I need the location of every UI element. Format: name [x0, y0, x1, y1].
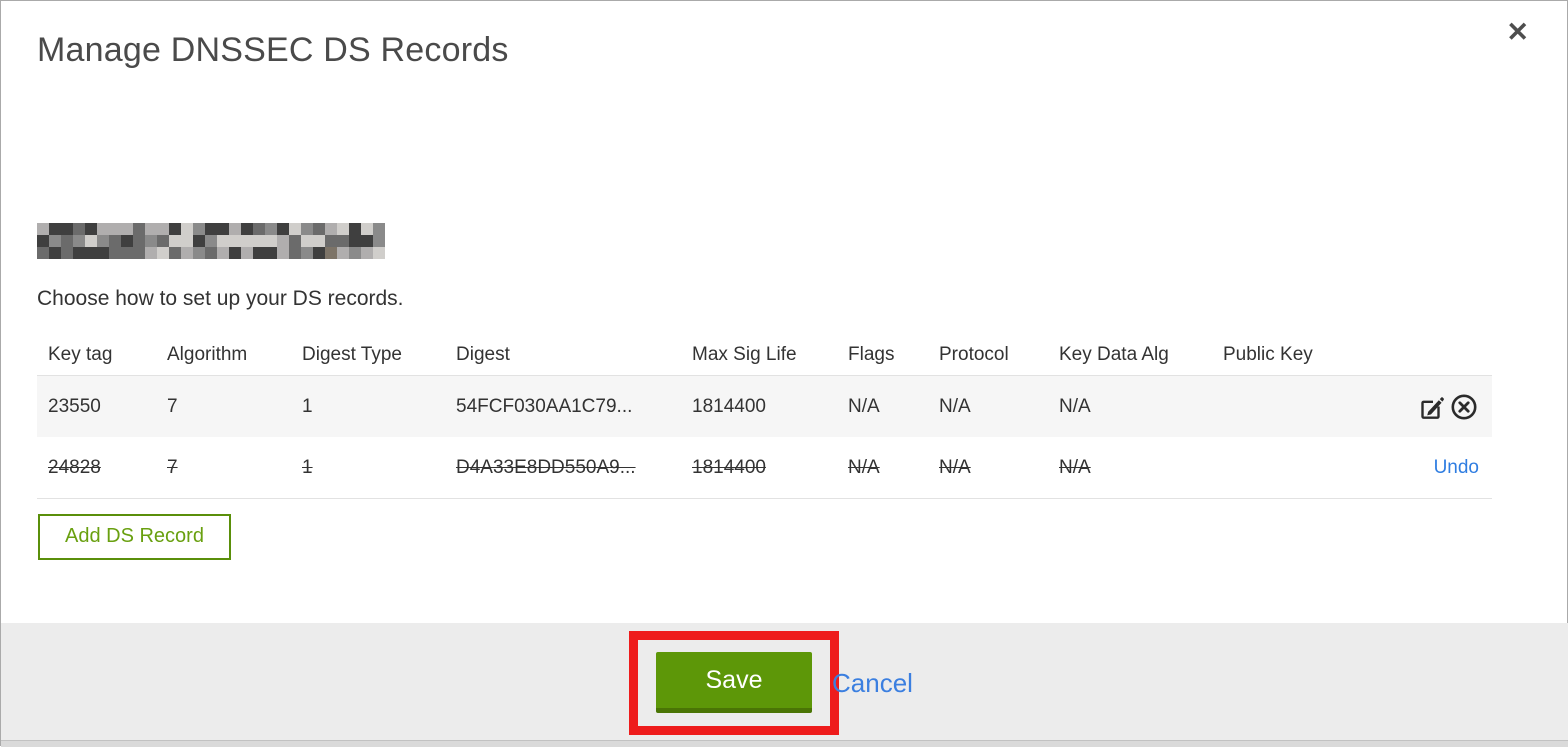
col-header-flags: Flags	[848, 343, 895, 365]
cell-algorithm: 7	[167, 456, 178, 478]
table-row: 24828 7 1 D4A33E8DD550A9... 1814400 N/A …	[37, 437, 1492, 499]
col-header-key-tag: Key tag	[48, 343, 113, 365]
delete-record-icon[interactable]	[1449, 392, 1479, 422]
row-actions	[1392, 392, 1492, 422]
table-header-row: Key tag Algorithm Digest Type Digest Max…	[37, 334, 1492, 375]
cell-digest-type: 1	[302, 456, 313, 478]
cancel-link[interactable]: Cancel	[832, 668, 913, 699]
cell-flags: N/A	[848, 395, 880, 417]
cell-digest: 54FCF030AA1C79...	[456, 395, 633, 417]
col-header-algorithm: Algorithm	[167, 343, 248, 365]
add-ds-record-button[interactable]: Add DS Record	[38, 514, 231, 560]
undo-link[interactable]: Undo	[1434, 457, 1479, 479]
cell-digest-type: 1	[302, 395, 313, 417]
manage-dnssec-modal: { "modal": { "title": "Manage DNSSEC DS …	[0, 0, 1568, 747]
redacted-domain-name	[37, 223, 385, 259]
cell-algorithm: 7	[167, 395, 178, 417]
col-header-max-sig-life: Max Sig Life	[692, 343, 797, 365]
intro-text: Choose how to set up your DS records.	[37, 287, 404, 310]
cell-key-data-alg: N/A	[1059, 456, 1091, 478]
col-header-digest-type: Digest Type	[302, 343, 402, 365]
col-header-protocol: Protocol	[939, 343, 1009, 365]
page-title: Manage DNSSEC DS Records	[37, 31, 509, 69]
cell-protocol: N/A	[939, 395, 971, 417]
cell-digest: D4A33E8DD550A9...	[456, 456, 636, 478]
cell-max-sig-life: 1814400	[692, 395, 766, 417]
close-icon[interactable]: ✕	[1506, 19, 1529, 46]
ds-records-table: Key tag Algorithm Digest Type Digest Max…	[37, 334, 1492, 499]
cell-flags: N/A	[848, 456, 880, 478]
cell-protocol: N/A	[939, 456, 971, 478]
cell-key-tag: 23550	[48, 395, 101, 417]
save-button[interactable]: Save	[656, 652, 812, 713]
col-header-key-data-alg: Key Data Alg	[1059, 343, 1169, 365]
col-header-digest: Digest	[456, 343, 510, 365]
table-row: 23550 7 1 54FCF030AA1C79... 1814400 N/A …	[37, 375, 1492, 437]
cell-key-data-alg: N/A	[1059, 395, 1091, 417]
cell-max-sig-life: 1814400	[692, 456, 766, 478]
row-actions: Undo	[1392, 457, 1492, 479]
col-header-public-key: Public Key	[1223, 343, 1313, 365]
edit-record-icon[interactable]	[1417, 392, 1447, 422]
cell-key-tag: 24828	[48, 456, 101, 478]
